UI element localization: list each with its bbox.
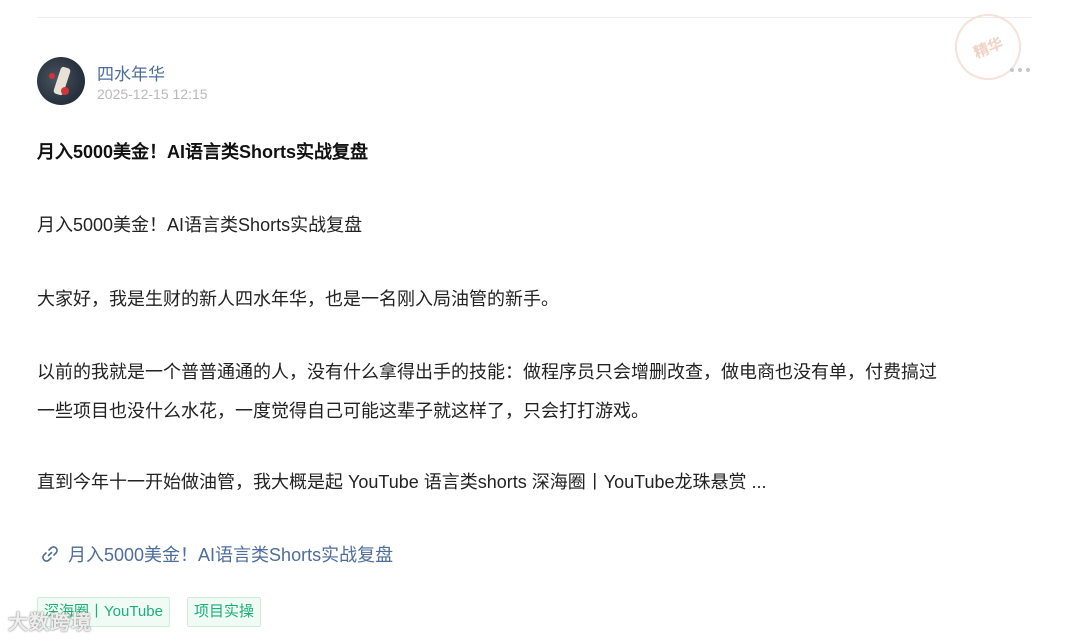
link-icon bbox=[40, 544, 60, 564]
post-paragraph: 一些项目也没什么水花，一度觉得自己可能这辈子就这样了，只会打打游戏。 bbox=[37, 401, 649, 421]
article-link[interactable]: 月入5000美金！AI语言类Shorts实战复盘 bbox=[40, 541, 393, 567]
watermark: 大数跨境 bbox=[8, 612, 92, 634]
post-title[interactable]: 月入5000美金！AI语言类Shorts实战复盘 bbox=[37, 138, 368, 164]
article-link-label: 月入5000美金！AI语言类Shorts实战复盘 bbox=[68, 545, 394, 565]
top-divider bbox=[37, 17, 1032, 18]
post-paragraph: 月入5000美金！AI语言类Shorts实战复盘 bbox=[37, 215, 363, 235]
post-paragraph: 直到今年十一开始做油管，我大概是起 YouTube 语言类shorts 深海圈丨… bbox=[37, 472, 767, 492]
post-paragraph: 大家好，我是生财的新人四水年华，也是一名刚入局油管的新手。 bbox=[37, 289, 559, 309]
post-paragraph: 以前的我就是一个普普通通的人，没有什么拿得出手的技能：做程序员只会增删改查，做电… bbox=[37, 362, 937, 382]
more-dots-icon[interactable] bbox=[1010, 62, 1034, 78]
post-timestamp: 2025-12-15 12:15 bbox=[97, 86, 208, 102]
avatar[interactable] bbox=[37, 57, 85, 105]
tag-project-practice[interactable]: 项目实操 bbox=[187, 597, 262, 627]
author-name[interactable]: 四水年华 bbox=[97, 60, 165, 85]
